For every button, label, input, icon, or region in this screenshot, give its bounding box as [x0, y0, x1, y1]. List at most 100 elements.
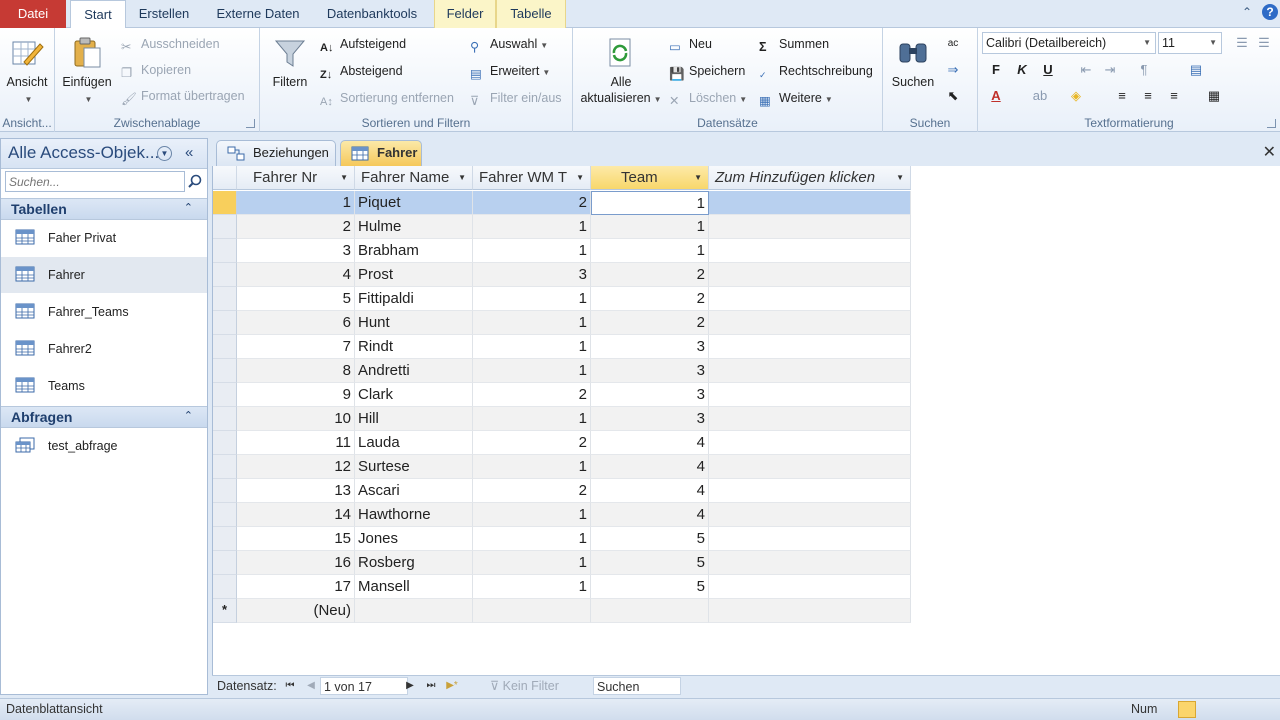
- new-row-cell[interactable]: [355, 599, 473, 623]
- row-selector[interactable]: [213, 335, 237, 359]
- cell-fahrer-wm[interactable]: 1: [473, 311, 591, 335]
- font-name-select[interactable]: Calibri (Detailbereich) ▼: [982, 32, 1156, 54]
- tab-erstellen[interactable]: Erstellen: [130, 0, 198, 28]
- numbering-icon[interactable]: ☰: [1254, 33, 1274, 53]
- sort-descending-button[interactable]: Z↓ Absteigend: [320, 61, 403, 81]
- bold-button[interactable]: F: [986, 60, 1006, 80]
- cell-fahrer-nr[interactable]: 16: [237, 551, 355, 575]
- cell-fahrer-name[interactable]: Brabham: [355, 239, 473, 263]
- advanced-filter-button[interactable]: ▤ Erweitert ▼: [470, 61, 550, 81]
- datasheet-view-icon[interactable]: [1178, 701, 1196, 718]
- cell-team[interactable]: 4: [591, 503, 709, 527]
- cell-fahrer-name[interactable]: Fittipaldi: [355, 287, 473, 311]
- cell-fahrer-nr[interactable]: 11: [237, 431, 355, 455]
- cell-fahrer-wm[interactable]: 3: [473, 263, 591, 287]
- paste-button[interactable]: Einfügen ▼: [59, 36, 115, 108]
- record-search-input[interactable]: Suchen: [593, 677, 681, 695]
- cell-fahrer-name[interactable]: Hawthorne: [355, 503, 473, 527]
- font-size-select[interactable]: 11 ▼: [1158, 32, 1222, 54]
- cell-fahrer-wm[interactable]: 1: [473, 239, 591, 263]
- cell-fahrer-wm[interactable]: 1: [473, 335, 591, 359]
- align-center-icon[interactable]: ≡: [1138, 86, 1158, 106]
- table-row[interactable]: 3 Brabham 1 1: [237, 239, 911, 263]
- table-row[interactable]: 17 Mansell 1 5: [237, 575, 911, 599]
- remove-sort-button[interactable]: A↕ Sortierung entfernen: [320, 88, 454, 108]
- nav-item-fahrer2[interactable]: Fahrer2: [1, 331, 207, 367]
- cell-fahrer-wm[interactable]: 2: [473, 383, 591, 407]
- row-selector[interactable]: [213, 359, 237, 383]
- selection-filter-button[interactable]: ⚲ Auswahl ▼: [470, 34, 548, 54]
- table-row[interactable]: 12 Surtese 1 4: [237, 455, 911, 479]
- cell-team[interactable]: 2: [591, 287, 709, 311]
- table-row[interactable]: 10 Hill 1 3: [237, 407, 911, 431]
- cell-fahrer-name[interactable]: Hunt: [355, 311, 473, 335]
- find-button[interactable]: Suchen: [887, 36, 939, 90]
- table-row[interactable]: 7 Rindt 1 3: [237, 335, 911, 359]
- cell-fahrer-nr[interactable]: 1: [237, 191, 355, 215]
- cell-add-field[interactable]: [709, 335, 911, 359]
- copy-button[interactable]: ❐ Kopieren: [121, 60, 191, 80]
- select-all-corner[interactable]: [213, 166, 237, 190]
- row-selector[interactable]: [213, 479, 237, 503]
- cell-add-field[interactable]: [709, 431, 911, 455]
- cell-fahrer-wm[interactable]: 2: [473, 431, 591, 455]
- row-selector[interactable]: [213, 263, 237, 287]
- spelling-button[interactable]: ✓ Rechtschreibung: [759, 61, 873, 81]
- cell-fahrer-wm[interactable]: 1: [473, 527, 591, 551]
- cell-fahrer-nr[interactable]: 2: [237, 215, 355, 239]
- collapse-section-icon[interactable]: ⌃: [184, 409, 193, 422]
- column-header-fahrer-wm[interactable]: Fahrer WM T ▼: [473, 166, 591, 190]
- row-selector[interactable]: [213, 191, 237, 215]
- clipboard-launcher-icon[interactable]: [246, 119, 255, 128]
- table-row[interactable]: 9 Clark 2 3: [237, 383, 911, 407]
- row-selector[interactable]: [213, 575, 237, 599]
- tab-datei[interactable]: Datei: [0, 0, 66, 28]
- cell-fahrer-nr[interactable]: 17: [237, 575, 355, 599]
- cell-team[interactable]: 1: [591, 239, 709, 263]
- goto-icon[interactable]: ⇒: [943, 60, 963, 80]
- new-row-selector-icon[interactable]: *: [213, 599, 237, 623]
- row-selector[interactable]: [213, 455, 237, 479]
- cell-add-field[interactable]: [709, 311, 911, 335]
- fill-color-icon[interactable]: ◈: [1066, 86, 1086, 106]
- font-color-icon[interactable]: A: [986, 86, 1006, 106]
- cell-add-field[interactable]: [709, 479, 911, 503]
- cell-team[interactable]: 5: [591, 527, 709, 551]
- cell-fahrer-nr[interactable]: 9: [237, 383, 355, 407]
- cell-fahrer-nr[interactable]: 15: [237, 527, 355, 551]
- tab-tabelle[interactable]: Tabelle: [496, 0, 566, 28]
- next-record-icon[interactable]: ▶: [403, 677, 417, 695]
- cell-fahrer-name[interactable]: Rindt: [355, 335, 473, 359]
- pivot-table-view-icon[interactable]: [1202, 701, 1220, 718]
- minimize-ribbon-icon[interactable]: ⌃: [1239, 4, 1255, 20]
- nav-section-tables[interactable]: Tabellen ⌃: [1, 198, 207, 220]
- cell-team[interactable]: 2: [591, 311, 709, 335]
- cell-add-field[interactable]: [709, 359, 911, 383]
- new-record-row[interactable]: (Neu): [237, 599, 911, 623]
- cell-team[interactable]: 1: [591, 191, 709, 215]
- cell-team[interactable]: 1: [591, 215, 709, 239]
- cell-fahrer-nr[interactable]: 4: [237, 263, 355, 287]
- gridlines-icon[interactable]: ▤: [1186, 60, 1206, 80]
- record-position-input[interactable]: 1 von 17: [320, 677, 408, 695]
- cell-team[interactable]: 4: [591, 479, 709, 503]
- more-button[interactable]: ▦ Weitere ▼: [759, 88, 833, 108]
- cell-fahrer-name[interactable]: Lauda: [355, 431, 473, 455]
- cell-fahrer-wm[interactable]: 1: [473, 455, 591, 479]
- delete-button[interactable]: ✕ Löschen ▼: [669, 88, 747, 108]
- nav-item-fahrer[interactable]: Fahrer: [1, 257, 207, 293]
- column-filter-icon[interactable]: ▼: [694, 166, 702, 189]
- cell-fahrer-wm[interactable]: 1: [473, 287, 591, 311]
- cell-add-field[interactable]: [709, 575, 911, 599]
- row-selector[interactable]: [213, 383, 237, 407]
- align-right-icon[interactable]: ≡: [1164, 86, 1184, 106]
- cell-add-field[interactable]: [709, 527, 911, 551]
- underline-button[interactable]: U: [1038, 60, 1058, 80]
- table-row[interactable]: 4 Prost 3 2: [237, 263, 911, 287]
- cell-fahrer-name[interactable]: Ascari: [355, 479, 473, 503]
- last-record-icon[interactable]: ⏭: [424, 677, 438, 695]
- nav-section-queries[interactable]: Abfragen ⌃: [1, 406, 207, 428]
- cell-fahrer-wm[interactable]: 1: [473, 215, 591, 239]
- table-row[interactable]: 1 Piquet 2 1: [237, 191, 911, 215]
- cell-team[interactable]: 3: [591, 407, 709, 431]
